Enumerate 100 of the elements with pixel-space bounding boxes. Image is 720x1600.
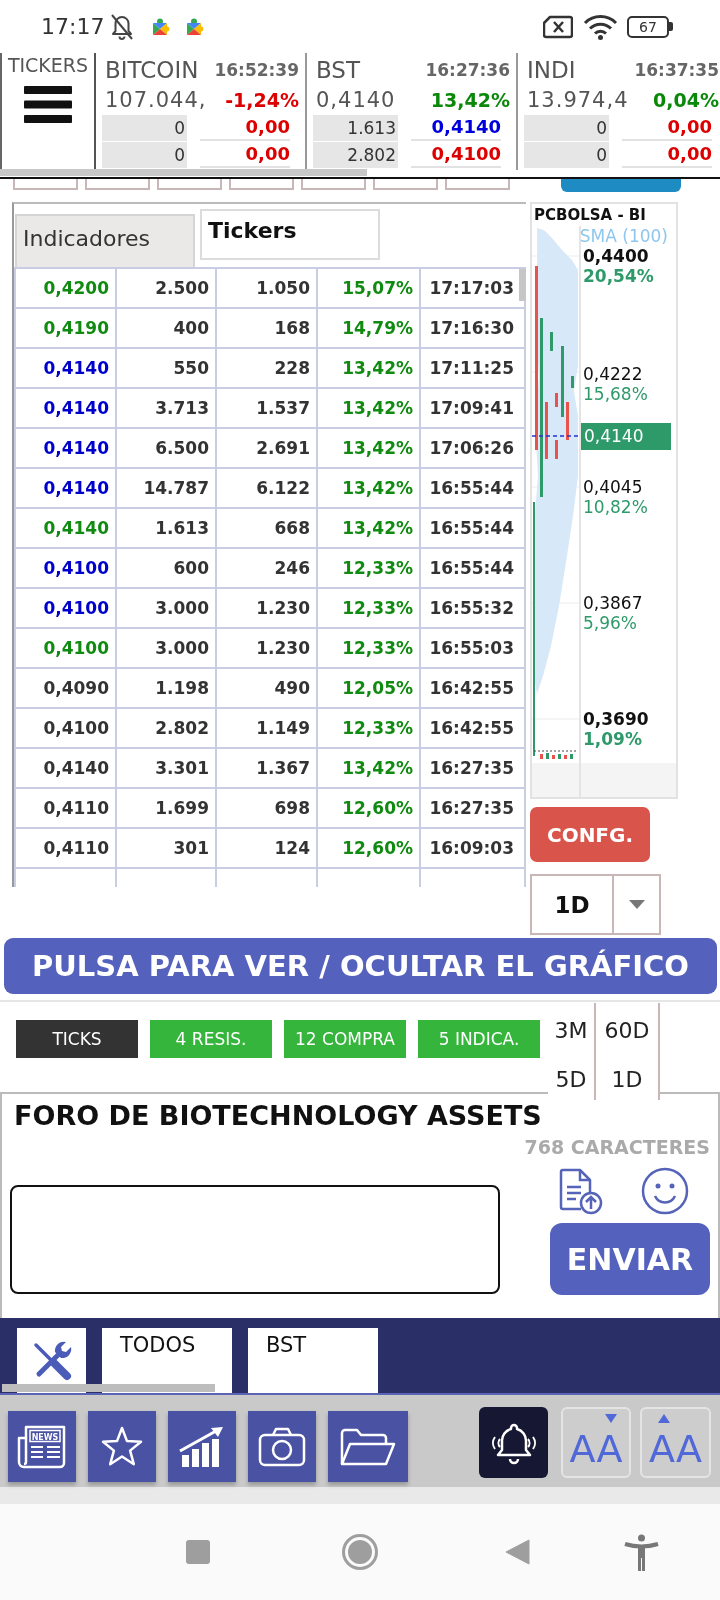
table-cell: 2.691 bbox=[217, 429, 318, 467]
scrollbar-thumb[interactable] bbox=[519, 269, 526, 301]
ticker-value: 0,4140 bbox=[411, 115, 501, 141]
table-cell: 168 bbox=[217, 309, 318, 347]
back-icon[interactable] bbox=[505, 1539, 530, 1565]
ticker-value: 0,4100 bbox=[411, 142, 501, 168]
toolbar-button[interactable] bbox=[373, 179, 438, 190]
ticker-time: 16:52:39 bbox=[214, 59, 299, 80]
quantity-cell: 0 bbox=[102, 142, 187, 168]
menu-icon[interactable] bbox=[24, 86, 72, 123]
ticker-value: 0,00 bbox=[622, 115, 712, 141]
table-cell: 490 bbox=[217, 669, 318, 707]
ticker-name: BITCOIN bbox=[105, 56, 199, 83]
candle bbox=[552, 755, 555, 759]
toggle-chart-button[interactable]: PULSA PARA VER / OCULTAR EL GRÁFICO bbox=[4, 938, 717, 994]
table-cell: 1.230 bbox=[217, 589, 318, 627]
send-button[interactable]: ENVIAR bbox=[550, 1223, 710, 1295]
table-cell: 600 bbox=[117, 549, 217, 587]
candle bbox=[545, 402, 548, 459]
toolbar-button[interactable] bbox=[13, 179, 78, 190]
scrollbar-thumb[interactable] bbox=[2, 1384, 215, 1392]
table-cell: 301 bbox=[117, 829, 217, 867]
table-cell: 16:55:44 bbox=[421, 469, 526, 507]
news-button[interactable]: NEWS bbox=[8, 1411, 76, 1482]
table-cell: 124 bbox=[217, 829, 318, 867]
ticker-change: -1,24% bbox=[225, 88, 299, 111]
table-cell: 17:06:26 bbox=[421, 429, 526, 467]
wifi-icon bbox=[583, 13, 618, 40]
camera-button[interactable] bbox=[248, 1411, 316, 1482]
quantity-cell: 1.613 bbox=[313, 115, 398, 141]
toolbar-button[interactable] bbox=[157, 179, 222, 190]
toolbar-button[interactable] bbox=[229, 179, 294, 190]
panel-tab[interactable]: Indicadores bbox=[15, 214, 195, 267]
table-cell: 0,4110 bbox=[16, 829, 117, 867]
scrollbar-thumb[interactable] bbox=[0, 169, 367, 176]
triangle-up-icon bbox=[658, 1414, 670, 1423]
table-cell: 16:42:55 bbox=[421, 669, 526, 707]
table-cell: 16:55:44 bbox=[421, 509, 526, 547]
circle-icon[interactable] bbox=[342, 1534, 378, 1570]
folder-button[interactable] bbox=[328, 1411, 408, 1482]
last-price-tag: 0,4140 bbox=[581, 423, 671, 450]
table-cell: 1.699 bbox=[117, 789, 217, 827]
bar-chart-icon bbox=[178, 1424, 226, 1469]
toolbar-button[interactable] bbox=[445, 179, 510, 190]
toolbar-button[interactable] bbox=[301, 179, 366, 190]
table-cell: 0,4100 bbox=[16, 549, 117, 587]
chart-title: PCBOLSA - BI bbox=[533, 205, 646, 226]
newspaper-icon: NEWS bbox=[17, 1423, 67, 1470]
filter-chip[interactable]: TICKS bbox=[16, 1020, 138, 1058]
character-count: 768 CARACTERES bbox=[524, 1136, 710, 1158]
axis-price-label: 0,4222 bbox=[583, 364, 643, 384]
triangle-down-icon bbox=[605, 1414, 617, 1423]
table-cell: 12,33% bbox=[318, 709, 421, 747]
message-field[interactable] bbox=[10, 1185, 500, 1294]
price-line bbox=[532, 435, 579, 437]
chart-button[interactable] bbox=[168, 1411, 236, 1482]
ticker-value: 0,00 bbox=[622, 142, 712, 168]
quantity-cell: 0 bbox=[524, 115, 609, 141]
toolbar-button[interactable] bbox=[85, 179, 150, 190]
table-cell: 0,4140 bbox=[16, 469, 117, 507]
table-cell: 6.500 bbox=[117, 429, 217, 467]
forum-tab[interactable]: BST bbox=[248, 1328, 378, 1393]
ticker-change: 0,04% bbox=[653, 88, 719, 111]
table-cell: 0,4200 bbox=[16, 269, 117, 307]
table-cell: 1.149 bbox=[217, 709, 318, 747]
table-cell: 14,79% bbox=[318, 309, 421, 347]
table-cell: 1.367 bbox=[217, 749, 318, 787]
quantity-cell: 2.802 bbox=[313, 142, 398, 168]
candle bbox=[555, 393, 558, 407]
alert-button[interactable] bbox=[479, 1407, 548, 1478]
quantity-cell: 0 bbox=[102, 115, 187, 141]
panel-tab[interactable]: Tickers bbox=[200, 209, 380, 260]
axis-change-label: 15,68% bbox=[583, 384, 648, 404]
file-upload-icon[interactable] bbox=[557, 1167, 603, 1215]
camera-icon bbox=[257, 1425, 307, 1468]
smiley-icon[interactable] bbox=[641, 1167, 689, 1215]
ticker-time: 16:27:36 bbox=[425, 59, 510, 80]
ticker-value: 0,00 bbox=[200, 115, 290, 141]
table-cell: 0,4110 bbox=[16, 789, 117, 827]
table-cell: 16:42:55 bbox=[421, 709, 526, 747]
axis-price-label: 0,4400 bbox=[583, 246, 649, 266]
period-option[interactable]: 60D bbox=[596, 1003, 660, 1058]
axis-price-label: 0,4045 bbox=[583, 477, 643, 497]
table-cell: 15,07% bbox=[318, 269, 421, 307]
accessibility-icon[interactable] bbox=[623, 1533, 660, 1571]
table-cell: 16:55:44 bbox=[421, 549, 526, 587]
table-cell: 0,4140 bbox=[16, 389, 117, 427]
period-select[interactable]: 1D bbox=[530, 874, 661, 935]
tickers-label: TICKERS bbox=[7, 54, 89, 76]
table-cell: 3.000 bbox=[117, 629, 217, 667]
period-option[interactable]: 3M bbox=[548, 1003, 596, 1058]
table-cell: 3.713 bbox=[117, 389, 217, 427]
table-cell: 6.122 bbox=[217, 469, 318, 507]
config-button[interactable]: CONFG. bbox=[530, 807, 650, 862]
favorites-button[interactable] bbox=[88, 1411, 156, 1482]
candle bbox=[566, 402, 569, 440]
table-cell: 17:16:30 bbox=[421, 309, 526, 347]
battery-indicator: 67 bbox=[627, 15, 673, 38]
bell-off-icon bbox=[109, 12, 136, 41]
table-cell: 0,4100 bbox=[16, 709, 117, 747]
